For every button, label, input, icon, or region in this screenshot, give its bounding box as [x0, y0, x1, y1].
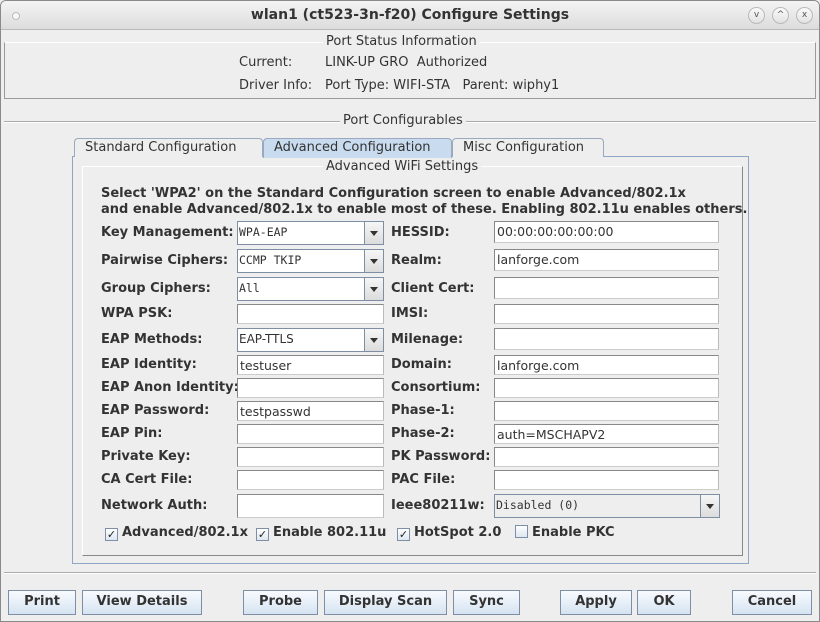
network-auth-label: Network Auth: [101, 498, 208, 513]
enable-pkc-checkbox[interactable]: Enable PKC [515, 525, 615, 540]
driver-info-value: Port Type: WIFI-STA Parent: wiphy1 [325, 78, 560, 93]
print-button[interactable]: Print [8, 590, 76, 615]
realm-label: Realm: [391, 253, 442, 268]
network-auth-input[interactable] [237, 494, 384, 518]
ok-button[interactable]: OK [637, 590, 691, 615]
domain-input[interactable]: lanforge.com [494, 355, 719, 375]
consortium-input[interactable] [494, 378, 719, 398]
enable-pkc-label: Enable PKC [532, 525, 615, 540]
ieee80211w-value: Disabled (0) [496, 498, 580, 512]
group-ciphers-value: All [239, 281, 260, 295]
eap-methods-value: EAP-TTLS [239, 332, 294, 346]
hotspot-20-checkbox[interactable]: ✓ HotSpot 2.0 [397, 525, 501, 541]
tab-standard-configuration[interactable]: Standard Configuration [74, 138, 263, 157]
chevron-down-icon[interactable] [364, 222, 383, 244]
current-label: Current: [239, 55, 293, 70]
pac-file-label: PAC File: [391, 472, 456, 487]
ieee80211w-select[interactable]: Disabled (0) [494, 494, 720, 518]
close-icon[interactable]: x [796, 7, 813, 24]
advanced-8021x-label: Advanced/802.1x [122, 525, 248, 540]
milenage-input[interactable] [494, 328, 719, 350]
eap-anon-identity-input[interactable] [237, 378, 384, 398]
chevron-down-icon[interactable] [700, 495, 719, 517]
eap-methods-label: EAP Methods: [101, 332, 203, 347]
current-value: LINK-UP GRO Authorized [325, 55, 488, 70]
probe-button[interactable]: Probe [243, 590, 318, 615]
group-ciphers-select[interactable]: All [237, 277, 384, 301]
phase-2-input[interactable]: auth=MSCHAPV2 [494, 424, 719, 444]
advanced-8021x-checkbox[interactable]: ✓ Advanced/802.1x [105, 525, 248, 541]
driver-info-label: Driver Info: [239, 78, 313, 93]
checkbox-checked-icon[interactable]: ✓ [397, 528, 410, 541]
port-status-title: Port Status Information [323, 34, 480, 49]
ca-cert-file-input[interactable] [237, 470, 384, 490]
minimize-icon[interactable]: v [748, 7, 765, 24]
hessid-label: HESSID: [391, 225, 450, 240]
apply-button[interactable]: Apply [560, 590, 632, 615]
pairwise-ciphers-label: Pairwise Ciphers: [101, 253, 229, 268]
key-management-label: Key Management: [101, 225, 234, 240]
ca-cert-file-label: CA Cert File: [101, 472, 193, 487]
enable-80211u-checkbox[interactable]: ✓ Enable 802.11u [256, 525, 386, 541]
pac-file-input[interactable] [494, 470, 719, 490]
checkbox-unchecked-icon[interactable] [515, 525, 528, 538]
pk-password-label: PK Password: [391, 449, 491, 464]
consortium-label: Consortium: [391, 380, 481, 395]
phase-1-label: Phase-1: [391, 403, 455, 418]
pairwise-ciphers-value: CCMP TKIP [239, 253, 302, 267]
client-cert-label: Client Cert: [391, 281, 475, 296]
instructions-line-2: and enable Advanced/802.1x to enable mos… [101, 202, 748, 217]
eap-methods-select[interactable]: EAP-TTLS [237, 328, 384, 352]
phase-1-input[interactable] [494, 401, 719, 421]
tab-advanced-configuration[interactable]: Advanced Configuration [263, 138, 452, 158]
window-title: wlan1 (ct523-3n-f20) Configure Settings [250, 7, 570, 23]
pairwise-ciphers-select[interactable]: CCMP TKIP [237, 249, 384, 273]
checkbox-checked-icon[interactable]: ✓ [105, 528, 118, 541]
realm-input[interactable]: lanforge.com [494, 249, 719, 271]
eap-identity-input[interactable]: testuser [237, 355, 384, 375]
private-key-label: Private Key: [101, 449, 191, 464]
title-bar[interactable]: wlan1 (ct523-3n-f20) Configure Settings … [1, 1, 819, 30]
chevron-down-icon[interactable] [364, 278, 383, 300]
checkbox-checked-icon[interactable]: ✓ [256, 528, 269, 541]
group-ciphers-label: Group Ciphers: [101, 281, 211, 296]
buttons-divider [4, 572, 816, 574]
milenage-label: Milenage: [391, 332, 464, 347]
hotspot-20-label: HotSpot 2.0 [414, 525, 502, 540]
client-cert-input[interactable] [494, 277, 719, 299]
imsi-label: IMSI: [391, 306, 429, 321]
eap-password-label: EAP Password: [101, 403, 210, 418]
configure-settings-window: wlan1 (ct523-3n-f20) Configure Settings … [0, 0, 820, 622]
private-key-input[interactable] [237, 447, 384, 467]
eap-pin-input[interactable] [237, 424, 384, 444]
tab-misc-configuration[interactable]: Misc Configuration [452, 138, 604, 157]
eap-pin-label: EAP Pin: [101, 426, 163, 441]
enable-80211u-label: Enable 802.11u [273, 525, 387, 540]
instructions-line-1: Select 'WPA2' on the Standard Configurat… [101, 186, 686, 201]
phase-2-label: Phase-2: [391, 426, 455, 441]
eap-password-input[interactable]: testpasswd [237, 401, 384, 421]
chevron-down-icon[interactable] [364, 250, 383, 272]
hessid-input[interactable]: 00:00:00:00:00:00 [494, 221, 719, 243]
pk-password-input[interactable] [494, 447, 719, 467]
advanced-wifi-settings-title: Advanced WiFi Settings [323, 159, 482, 174]
chevron-down-icon[interactable] [364, 329, 383, 351]
view-details-button[interactable]: View Details [82, 590, 202, 615]
port-configurables-title: Port Configurables [340, 113, 466, 128]
ieee80211w-label: Ieee80211w: [391, 498, 485, 513]
cancel-button[interactable]: Cancel [732, 590, 812, 615]
sync-button[interactable]: Sync [453, 590, 520, 615]
display-scan-button[interactable]: Display Scan [324, 590, 447, 615]
domain-label: Domain: [391, 357, 452, 372]
wpa-psk-input[interactable] [237, 304, 384, 324]
key-management-value: WPA-EAP [239, 225, 288, 239]
imsi-input[interactable] [494, 304, 719, 324]
eap-anon-identity-label: EAP Anon Identity: [101, 380, 239, 395]
wpa-psk-label: WPA PSK: [101, 306, 173, 321]
eap-identity-label: EAP Identity: [101, 357, 197, 372]
key-management-select[interactable]: WPA-EAP [237, 221, 384, 245]
maximize-icon[interactable]: ^ [772, 7, 789, 24]
